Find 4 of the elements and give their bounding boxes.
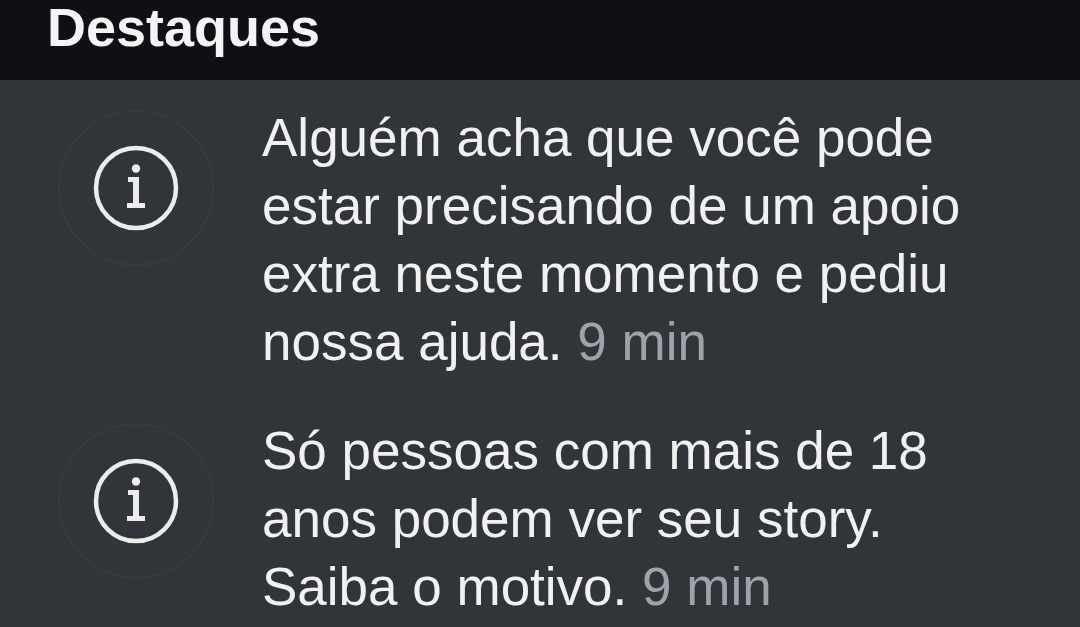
notification-message[interactable]: Só pessoas com mais de 18 anos podem ver seu story. Saiba o motivo. 9 min: [262, 417, 992, 621]
notification-message[interactable]: Alguém acha que você pode estar precisando de um apoio extra neste momento e pediu nossa ajuda. 9 min: [262, 104, 992, 376]
info-icon: [58, 110, 214, 266]
info-icon: [58, 423, 214, 579]
